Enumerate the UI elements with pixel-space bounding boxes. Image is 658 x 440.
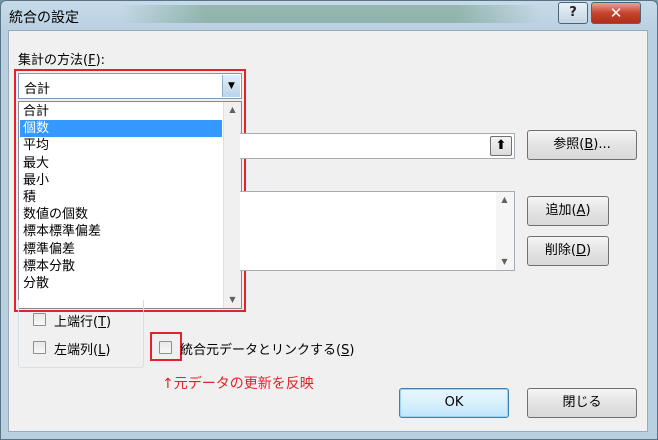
browse-button[interactable]: 参照(B)... [527, 130, 637, 160]
left-column-label-text: 左端列( [54, 343, 99, 358]
reference-input[interactable]: ⬆ [240, 133, 515, 159]
help-button[interactable]: ? [558, 2, 588, 24]
delete-button-text: 削除( [544, 243, 576, 258]
link-source-label-text: 統合元データとリンクする( [180, 343, 342, 358]
scroll-down-icon[interactable]: ▼ [496, 254, 513, 270]
delete-button-suffix: ) [586, 243, 592, 258]
top-row-label[interactable]: 上端行(T) [54, 311, 111, 330]
browse-button-key: B [584, 137, 594, 152]
highlight-box-function [14, 69, 246, 312]
close-button[interactable]: 閉じる [527, 388, 637, 418]
add-button-text: 追加( [545, 203, 577, 218]
title-background-strip [121, 5, 541, 23]
references-scrollbar[interactable]: ▲ ▼ [496, 192, 514, 270]
top-row-label-suffix: ) [106, 315, 112, 330]
close-window-button[interactable]: ✕ [591, 2, 641, 24]
delete-button[interactable]: 削除(D) [527, 236, 609, 266]
left-column-label[interactable]: 左端列(L) [54, 339, 110, 358]
link-source-label[interactable]: 統合元データとリンクする(S) [180, 339, 354, 358]
scroll-up-icon[interactable]: ▲ [496, 192, 513, 208]
left-column-label-suffix: ) [105, 343, 111, 358]
window-title: 統合の設定 [9, 10, 79, 26]
function-label-prefix: 集計の方法( [18, 53, 89, 68]
ok-button[interactable]: OK [399, 388, 509, 418]
function-label: 集計の方法(F): [18, 49, 105, 68]
annotation-text: ↑元データの更新を反映 [162, 376, 314, 392]
top-row-label-key: T [98, 315, 107, 330]
highlight-box-link [150, 332, 182, 361]
browse-button-text: 参照( [553, 137, 585, 152]
function-label-key: F [88, 53, 96, 68]
function-label-suffix: ): [95, 53, 106, 68]
add-button-suffix: ) [585, 203, 591, 218]
top-row-label-text: 上端行( [54, 315, 99, 330]
delete-button-key: D [575, 243, 586, 258]
add-button[interactable]: 追加(A) [527, 196, 609, 226]
upload-arrow-icon[interactable]: ⬆ [490, 136, 512, 156]
all-references-list[interactable]: ▲ ▼ [240, 191, 515, 271]
title-bar: 統合の設定 ? ✕ [1, 1, 657, 31]
link-source-label-suffix: ) [349, 343, 355, 358]
left-column-checkbox[interactable] [33, 341, 46, 354]
top-row-checkbox[interactable] [33, 313, 46, 326]
browse-button-suffix: )... [593, 137, 611, 152]
